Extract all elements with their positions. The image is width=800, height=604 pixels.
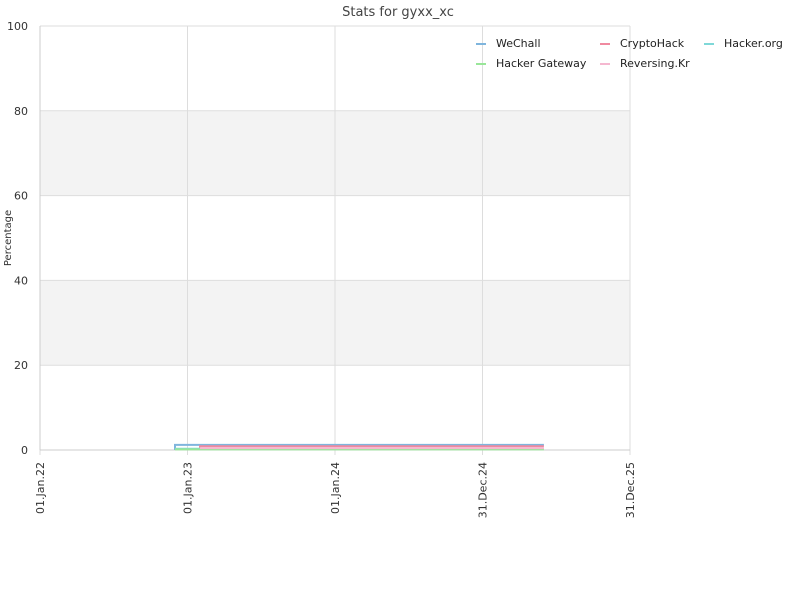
chart-title: Stats for gyxx_xc bbox=[342, 5, 454, 20]
legend-label: Reversing.Kr bbox=[620, 57, 690, 70]
y-tick-label: 40 bbox=[14, 274, 28, 287]
legend-label: Hacker Gateway bbox=[496, 57, 587, 70]
x-tick-label: 01.Jan.24 bbox=[329, 462, 342, 514]
legend-label: WeChall bbox=[496, 37, 541, 50]
x-tick-label: 01.Jan.22 bbox=[34, 462, 47, 514]
x-tick-label: 31.Dec.25 bbox=[624, 462, 637, 518]
y-tick-label: 100 bbox=[7, 20, 28, 33]
series-lines bbox=[174, 443, 544, 451]
y-tick-label: 60 bbox=[14, 190, 28, 203]
chart-container: Stats for gyxx_xc 0 20 40 60 80 100 01.Jan.22… bbox=[0, 0, 800, 600]
line-chart: Stats for gyxx_xc 0 20 40 60 80 100 01.Jan.22… bbox=[3, 5, 783, 518]
y-axis-label: Percentage bbox=[3, 210, 14, 266]
legend-item: Hacker.org bbox=[704, 37, 783, 50]
x-tick-labels: 01.Jan.22 01.Jan.23 01.Jan.24 31.Dec.24 31.D… bbox=[34, 462, 637, 518]
legend-label: CryptoHack bbox=[620, 37, 685, 50]
y-tick-label: 20 bbox=[14, 359, 28, 372]
y-tick-label: 0 bbox=[21, 444, 28, 457]
y-tick-label: 80 bbox=[14, 105, 28, 118]
x-tick-label: 01.Jan.23 bbox=[182, 462, 195, 514]
legend-label: Hacker.org bbox=[724, 37, 783, 50]
x-tick-label: 31.Dec.24 bbox=[477, 462, 490, 518]
